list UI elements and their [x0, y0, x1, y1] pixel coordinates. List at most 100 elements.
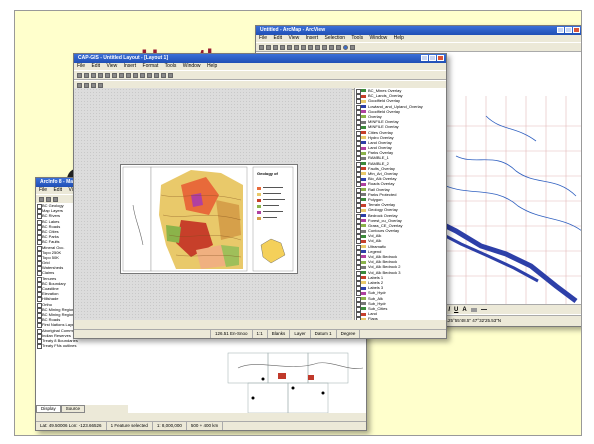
layer-swatch-icon — [361, 198, 366, 202]
paste-icon[interactable] — [301, 44, 306, 50]
font-color-button[interactable]: A — [462, 307, 466, 313]
print-icon[interactable] — [98, 72, 103, 78]
cut-icon[interactable] — [287, 44, 292, 50]
menu-window[interactable]: Window — [183, 63, 201, 69]
tab-source[interactable]: Source — [60, 405, 86, 413]
arcview-toolbar — [256, 42, 581, 52]
open-icon[interactable] — [266, 44, 271, 50]
menu-help[interactable]: Help — [394, 35, 404, 41]
save-icon[interactable] — [91, 72, 96, 78]
layout-window[interactable]: CAP-GIS - Untitled Layout - [Layout 1] F… — [73, 53, 447, 339]
menu-selection[interactable]: Selection — [325, 35, 346, 41]
copy-icon[interactable] — [294, 44, 299, 50]
open-icon[interactable] — [84, 72, 89, 78]
line-icon[interactable] — [98, 82, 103, 88]
arcview-statusbar: -125°55'48.5" 47°32'25.53"N — [436, 315, 581, 326]
layout-layer-list[interactable]: BC_Mines Overlay BC_Lands_Overlay Goodfiel… — [354, 88, 446, 320]
layer-swatch-icon — [361, 229, 366, 233]
cut-icon[interactable] — [105, 72, 110, 78]
save-icon[interactable] — [53, 196, 58, 202]
layer-row[interactable]: Treaty FNs outlines — [36, 343, 128, 350]
undo-icon[interactable] — [308, 44, 313, 50]
menu-tools[interactable]: Tools — [351, 35, 363, 41]
menu-edit[interactable]: Edit — [53, 187, 62, 193]
arcview-title: Untitled - ArcMap - ArcView — [260, 27, 326, 33]
menu-help[interactable]: Help — [207, 63, 217, 69]
new-icon[interactable] — [259, 44, 264, 50]
rectangle-icon[interactable] — [91, 82, 96, 88]
layout-page-area[interactable]: Geology of — [74, 88, 352, 320]
layer-swatch-icon — [361, 250, 366, 254]
layout-title: CAP-GIS - Untitled Layout - [Layout 1] — [78, 55, 168, 61]
layer-row[interactable]: Flags — [355, 316, 446, 320]
layer-swatch-icon — [361, 167, 366, 171]
new-icon[interactable] — [77, 72, 82, 78]
identify-icon[interactable] — [350, 44, 355, 50]
arcview-titlebar[interactable]: Untitled - ArcMap - ArcView — [256, 26, 581, 35]
menu-file[interactable]: File — [259, 35, 267, 41]
layer-swatch-icon — [361, 265, 366, 269]
zoom-in-icon[interactable] — [133, 72, 138, 78]
identify-icon[interactable] — [168, 72, 173, 78]
menu-file[interactable]: File — [39, 187, 47, 193]
layout-titlebar[interactable]: CAP-GIS - Untitled Layout - [Layout 1] — [74, 54, 446, 63]
undo-icon[interactable] — [126, 72, 131, 78]
fill-color-icon[interactable] — [470, 307, 477, 312]
open-icon[interactable] — [46, 196, 51, 202]
layer-swatch-icon — [361, 120, 366, 124]
zoom-out-icon[interactable] — [140, 72, 145, 78]
tab-display[interactable]: Display — [36, 405, 61, 413]
print-icon[interactable] — [280, 44, 285, 50]
maximize-icon[interactable] — [565, 27, 572, 33]
layer-swatch-icon — [361, 105, 366, 108]
layer-swatch-icon — [361, 276, 366, 280]
minimize-icon[interactable] — [421, 55, 428, 61]
layer-swatch-icon — [361, 203, 366, 207]
save-icon[interactable] — [273, 44, 278, 50]
arcinfo-status-selected: 1 Feature selected — [107, 422, 153, 430]
menu-file[interactable]: File — [77, 63, 85, 69]
italic-button[interactable]: I — [448, 307, 450, 313]
new-icon[interactable] — [39, 196, 44, 202]
arcinfo-status-coords: Lat: 49.50006 Lon: -123.66526 — [36, 422, 107, 430]
layout-status-datum: Datum 1 — [311, 330, 337, 338]
add-data-icon[interactable] — [315, 44, 320, 50]
zoom-in-icon[interactable] — [322, 44, 327, 50]
copy-icon[interactable] — [112, 72, 117, 78]
layout-page: Geology of — [120, 164, 298, 274]
maximize-icon[interactable] — [429, 55, 436, 61]
select-icon[interactable] — [161, 72, 166, 78]
pan-icon[interactable] — [147, 72, 152, 78]
layer-swatch-icon — [361, 213, 366, 217]
underline-button[interactable]: U — [454, 307, 458, 313]
menu-insert[interactable]: Insert — [306, 35, 319, 41]
menu-format[interactable]: Format — [143, 63, 159, 69]
layer-swatch-icon — [361, 177, 366, 181]
menu-insert[interactable]: Insert — [124, 63, 137, 69]
arcinfo-status-scale: 1: 8,000,000 — [153, 422, 187, 430]
pan-icon[interactable] — [336, 44, 341, 50]
globe-icon[interactable] — [343, 44, 348, 50]
arcview-menubar: File Edit View Insert Selection Tools Wi… — [256, 35, 581, 42]
zoom-out-icon[interactable] — [329, 44, 334, 50]
menu-window[interactable]: Window — [369, 35, 387, 41]
paste-icon[interactable] — [119, 72, 124, 78]
text-icon[interactable] — [84, 82, 89, 88]
layer-swatch-icon — [361, 312, 366, 316]
menu-edit[interactable]: Edit — [273, 35, 282, 41]
line-color-icon[interactable] — [480, 309, 487, 310]
layer-swatch-icon — [361, 245, 366, 249]
menu-edit[interactable]: Edit — [91, 63, 100, 69]
menu-view[interactable]: View — [106, 63, 117, 69]
arcinfo-status-extent: 500 + 400 km — [187, 422, 224, 430]
close-icon[interactable] — [437, 55, 444, 61]
menu-view[interactable]: View — [288, 35, 299, 41]
layer-swatch-icon — [361, 234, 366, 238]
menu-tools[interactable]: Tools — [165, 63, 177, 69]
layer-swatch-icon — [361, 188, 366, 191]
pointer-icon[interactable] — [77, 82, 82, 88]
close-icon[interactable] — [573, 27, 580, 33]
minimize-icon[interactable] — [557, 27, 564, 33]
layer-swatch-icon — [361, 141, 366, 145]
full-extent-icon[interactable] — [154, 72, 159, 78]
